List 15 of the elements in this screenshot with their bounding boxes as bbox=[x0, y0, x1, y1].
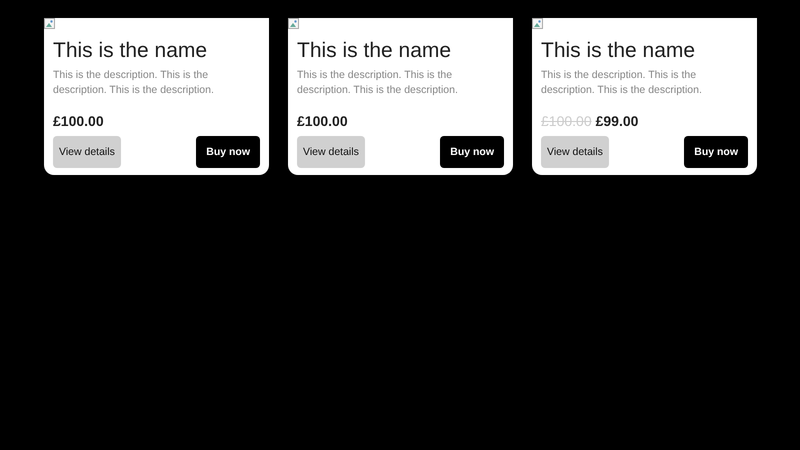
buy-now-button[interactable]: Buy now bbox=[684, 136, 748, 168]
view-details-button[interactable]: View details bbox=[541, 136, 609, 168]
product-description: This is the description. This is the description. This is the description. bbox=[53, 68, 215, 98]
product-name: This is the name bbox=[297, 39, 452, 63]
product-name: This is the name bbox=[541, 39, 696, 63]
view-details-button[interactable]: View details bbox=[297, 136, 365, 168]
buy-now-button[interactable]: Buy now bbox=[196, 136, 260, 168]
buy-now-button[interactable]: Buy now bbox=[440, 136, 504, 168]
product-description: This is the description. This is the description. This is the description. bbox=[297, 68, 459, 98]
product-price: £100.00 bbox=[53, 113, 104, 129]
product-price: £100.00 bbox=[297, 113, 348, 129]
product-price: £99.00 bbox=[596, 113, 638, 129]
product-name: This is the name bbox=[53, 39, 208, 63]
product-description: This is the description. This is the description. This is the description. bbox=[541, 68, 703, 98]
view-details-button[interactable]: View details bbox=[53, 136, 121, 168]
